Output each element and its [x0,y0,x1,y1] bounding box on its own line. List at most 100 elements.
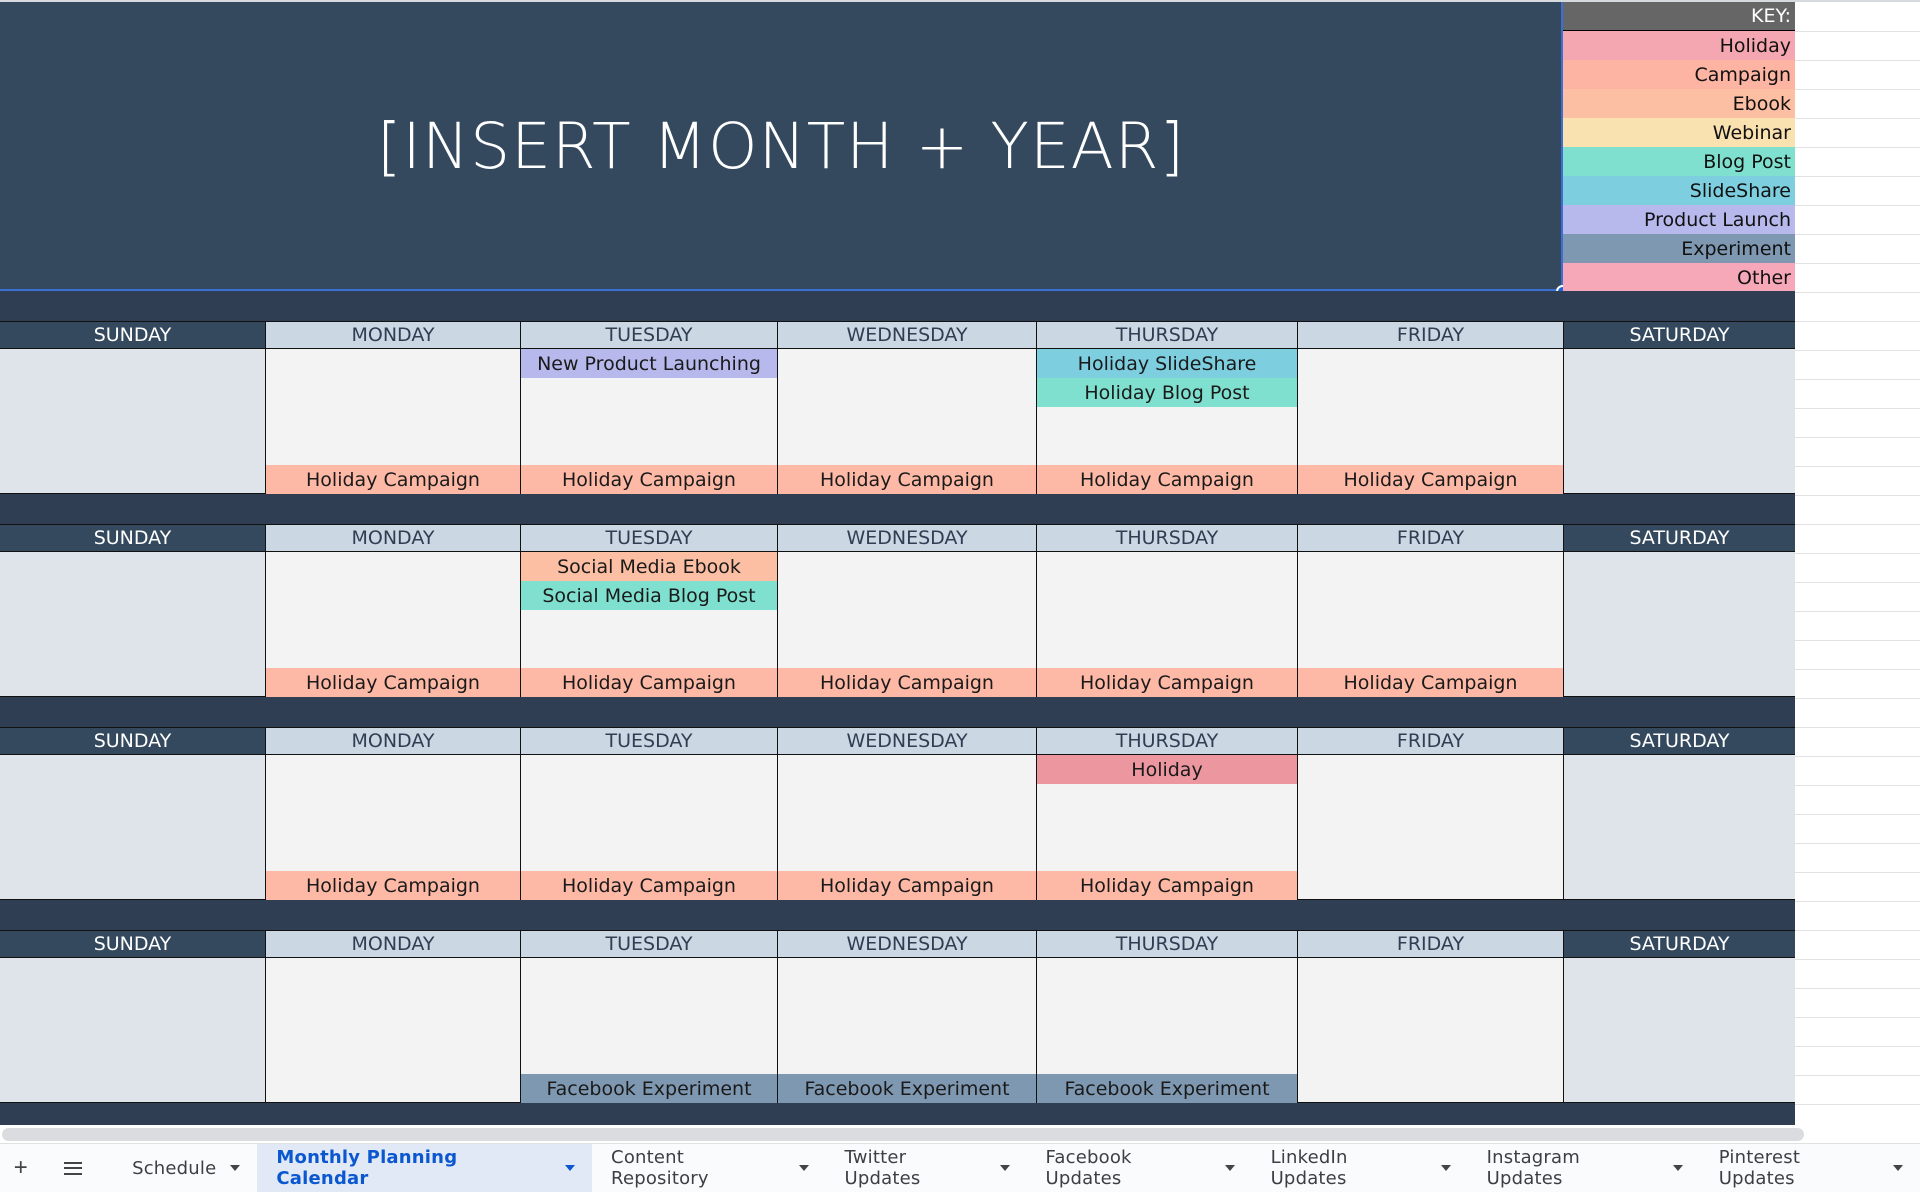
day-header-friday[interactable]: FRIDAY [1297,321,1563,349]
event-holiday[interactable]: Holiday [1037,755,1297,784]
day-header-wednesday[interactable]: WEDNESDAY [777,930,1036,958]
day-header-thursday[interactable]: THURSDAY [1036,727,1297,755]
day-header-monday[interactable]: MONDAY [265,321,520,349]
event-social-media-ebook[interactable]: Social Media Ebook [521,552,777,581]
event-social-media-blog-post[interactable]: Social Media Blog Post [521,581,777,610]
event-holiday-campaign[interactable]: Holiday Campaign [266,871,520,900]
day-cell-saturday[interactable] [1563,349,1795,494]
month-title-cell[interactable]: [INSERT MONTH + YEAR] [0,2,1562,290]
day-cell-sunday[interactable] [0,755,265,900]
event-holiday-campaign[interactable]: Holiday Campaign [521,465,777,494]
sheet-tab-content-repository[interactable]: Content Repository [592,1144,825,1192]
event-holiday-campaign[interactable]: Holiday Campaign [521,668,777,697]
event-holiday-campaign[interactable]: Holiday Campaign [778,871,1036,900]
day-cell-monday[interactable]: Holiday Campaign [265,755,520,900]
key-item-webinar[interactable]: Webinar [1563,118,1795,147]
event-facebook-experiment[interactable]: Facebook Experiment [778,1074,1036,1103]
day-header-sunday[interactable]: SUNDAY [0,727,265,755]
day-header-saturday[interactable]: SATURDAY [1563,930,1795,958]
event-holiday-slideshare[interactable]: Holiday SlideShare [1037,349,1297,378]
day-cell-thursday[interactable]: Facebook Experiment [1036,958,1297,1103]
key-header[interactable]: KEY: [1563,2,1795,31]
sheet-tab-pinterest-updates[interactable]: Pinterest Updates [1700,1144,1920,1192]
day-header-tuesday[interactable]: TUESDAY [520,524,777,552]
caret-down-icon[interactable] [1440,1165,1451,1171]
day-cell-monday[interactable] [265,958,520,1103]
add-sheet-button[interactable]: + [2,1144,40,1192]
day-cell-thursday[interactable]: Holiday SlideShare Holiday Blog Post Holid… [1036,349,1297,494]
caret-down-icon[interactable] [1224,1165,1235,1171]
caret-down-icon[interactable] [1672,1165,1683,1171]
sheet-tab-facebook-updates[interactable]: Facebook Updates [1027,1144,1252,1192]
event-holiday-campaign[interactable]: Holiday Campaign [266,668,520,697]
day-cell-saturday[interactable] [1563,755,1795,900]
event-facebook-experiment[interactable]: Facebook Experiment [521,1074,777,1103]
day-header-sunday[interactable]: SUNDAY [0,321,265,349]
day-header-tuesday[interactable]: TUESDAY [520,930,777,958]
day-cell-tuesday[interactable]: New Product Launching Holiday Campaign [520,349,777,494]
caret-down-icon[interactable] [1893,1165,1904,1171]
key-item-campaign[interactable]: Campaign [1563,60,1795,89]
empty-cells-grid[interactable] [1795,2,1920,1127]
event-holiday-campaign[interactable]: Holiday Campaign [778,465,1036,494]
event-holiday-campaign[interactable]: Holiday Campaign [1037,465,1297,494]
day-header-tuesday[interactable]: TUESDAY [520,321,777,349]
day-cell-wednesday[interactable]: Holiday Campaign [777,552,1036,697]
event-holiday-blog-post[interactable]: Holiday Blog Post [1037,378,1297,407]
day-cell-monday[interactable]: Holiday Campaign [265,349,520,494]
day-cell-sunday[interactable] [0,552,265,697]
day-header-wednesday[interactable]: WEDNESDAY [777,727,1036,755]
day-header-sunday[interactable]: SUNDAY [0,930,265,958]
day-header-monday[interactable]: MONDAY [265,727,520,755]
key-item-holiday[interactable]: Holiday [1563,31,1795,60]
event-holiday-campaign[interactable]: Holiday Campaign [778,668,1036,697]
day-header-friday[interactable]: FRIDAY [1297,930,1563,958]
day-header-sunday[interactable]: SUNDAY [0,524,265,552]
all-sheets-button[interactable] [55,1144,93,1192]
caret-down-icon[interactable] [798,1165,809,1171]
day-cell-sunday[interactable] [0,349,265,494]
key-item-product-launch[interactable]: Product Launch [1563,205,1795,234]
key-item-slideshare[interactable]: SlideShare [1563,176,1795,205]
day-header-saturday[interactable]: SATURDAY [1563,524,1795,552]
event-holiday-campaign[interactable]: Holiday Campaign [266,465,520,494]
day-header-monday[interactable]: MONDAY [265,524,520,552]
day-cell-wednesday[interactable]: Facebook Experiment [777,958,1036,1103]
day-cell-sunday[interactable] [0,958,265,1103]
day-cell-thursday[interactable]: Holiday Holiday Campaign [1036,755,1297,900]
day-cell-tuesday[interactable]: Facebook Experiment [520,958,777,1103]
day-header-tuesday[interactable]: TUESDAY [520,727,777,755]
event-holiday-campaign[interactable]: Holiday Campaign [1037,871,1297,900]
sheet-tab-monthly-planning-calendar[interactable]: Monthly Planning Calendar [257,1144,593,1192]
day-cell-wednesday[interactable]: Holiday Campaign [777,755,1036,900]
day-header-friday[interactable]: FRIDAY [1297,727,1563,755]
day-cell-friday[interactable] [1297,958,1563,1103]
day-header-wednesday[interactable]: WEDNESDAY [777,321,1036,349]
day-header-thursday[interactable]: THURSDAY [1036,524,1297,552]
sheet-tab-linkedin-updates[interactable]: LinkedIn Updates [1252,1144,1468,1192]
event-facebook-experiment[interactable]: Facebook Experiment [1037,1074,1297,1103]
key-item-ebook[interactable]: Ebook [1563,89,1795,118]
day-cell-friday[interactable]: Holiday Campaign [1297,349,1563,494]
key-item-blog-post[interactable]: Blog Post [1563,147,1795,176]
event-holiday-campaign[interactable]: Holiday Campaign [1298,668,1563,697]
day-cell-friday[interactable]: Holiday Campaign [1297,552,1563,697]
day-header-monday[interactable]: MONDAY [265,930,520,958]
sheet-tab-twitter-updates[interactable]: Twitter Updates [826,1144,1027,1192]
key-item-other[interactable]: Other [1563,263,1795,292]
day-header-thursday[interactable]: THURSDAY [1036,930,1297,958]
day-cell-thursday[interactable]: Holiday Campaign [1036,552,1297,697]
day-header-thursday[interactable]: THURSDAY [1036,321,1297,349]
day-cell-tuesday[interactable]: Social Media Ebook Social Media Blog Post… [520,552,777,697]
key-item-experiment[interactable]: Experiment [1563,234,1795,263]
day-cell-saturday[interactable] [1563,552,1795,697]
event-holiday-campaign[interactable]: Holiday Campaign [1298,465,1563,494]
caret-down-icon[interactable] [565,1165,576,1171]
day-header-friday[interactable]: FRIDAY [1297,524,1563,552]
day-header-saturday[interactable]: SATURDAY [1563,321,1795,349]
day-cell-friday[interactable] [1297,755,1563,900]
horizontal-scrollbar[interactable] [2,1128,1804,1141]
sheet-tab-instagram-updates[interactable]: Instagram Updates [1468,1144,1700,1192]
sheet-tab-schedule[interactable]: Schedule [132,1144,257,1192]
day-cell-saturday[interactable] [1563,958,1795,1103]
